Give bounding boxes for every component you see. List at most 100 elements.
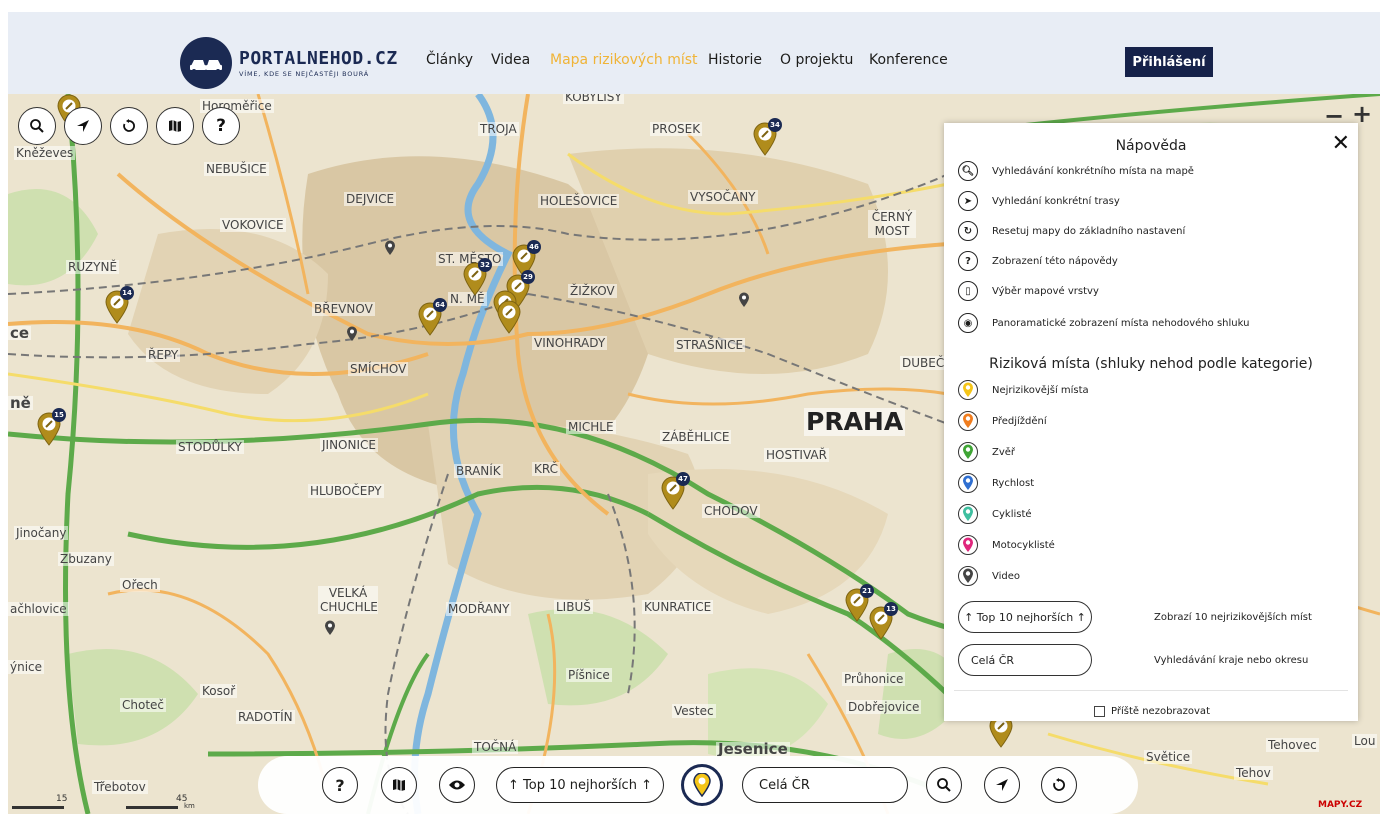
- nav-about[interactable]: O projektu: [780, 52, 853, 68]
- help-icon: ?: [335, 775, 345, 795]
- scale-bar: [126, 806, 178, 809]
- help-item: ↻ Resetuj mapy do základního nastavení: [958, 219, 1185, 243]
- category-label: Zvěř: [992, 446, 1016, 458]
- help-icon: ?: [216, 116, 226, 136]
- place-label: RADOTÍN: [236, 710, 295, 724]
- nav-conference[interactable]: Konference: [869, 52, 948, 68]
- place-label: VINOHRADY: [532, 336, 608, 350]
- cluster-count-badge: 21: [860, 584, 874, 598]
- help-categories-title: Riziková místa (shluky nehod podle kateg…: [989, 356, 1313, 372]
- bottom-toolbar: ? ↑ Top 10 nejhorších ↑ Celá ČR: [258, 756, 1138, 814]
- logo-title[interactable]: PORTALNEHOD.CZ: [239, 48, 398, 69]
- search-icon: 🔍︎: [958, 161, 978, 181]
- category-item: Video: [958, 564, 1020, 588]
- cluster-count-badge: 15: [52, 408, 66, 422]
- place-label: DUBEČ: [900, 356, 947, 370]
- help-button[interactable]: ?: [322, 767, 358, 803]
- place-label: HOSTIVAŘ: [764, 448, 829, 462]
- map-reset-button[interactable]: [110, 107, 148, 145]
- video-pin[interactable]: [324, 620, 336, 636]
- scale-unit: km: [184, 802, 195, 810]
- checkbox[interactable]: [1094, 706, 1105, 717]
- navigate-icon: [77, 120, 89, 132]
- layers-icon: [169, 120, 181, 132]
- place-label: Ořech: [120, 578, 160, 592]
- category-label: Předjíždění: [992, 415, 1047, 427]
- cluster-count-badge: 13: [884, 602, 898, 616]
- site-header: PORTALNEHOD.CZ VÍME, KDE SE NEJČASTĚJI B…: [8, 12, 1380, 94]
- place-label: ačhlovice: [8, 602, 69, 616]
- video-pin[interactable]: [346, 326, 358, 342]
- navigate-icon: ➤: [958, 191, 978, 211]
- help-item-text: Výběr mapové vrstvy: [992, 285, 1099, 297]
- help-item-text: Zobrazení této nápovědy: [992, 255, 1118, 267]
- place-label: PROSEK: [650, 122, 703, 136]
- help-panel: Nápověda ✕ 🔍︎ Vyhledávání konkrétního mí…: [944, 123, 1358, 721]
- page: PORTALNEHOD.CZ VÍME, KDE SE NEJČASTĚJI B…: [8, 12, 1380, 814]
- place-label: HLUBOČEPY: [308, 484, 384, 498]
- place-label: TOČNÁ: [472, 740, 519, 754]
- place-label: Píšnice: [566, 668, 612, 682]
- help-item-text: Panoramatické zobrazení místa nehodového…: [992, 317, 1250, 329]
- place-label: STODŮLKY: [176, 440, 244, 454]
- category-item: Motocyklisté: [958, 533, 1055, 557]
- reset-button[interactable]: [1041, 767, 1077, 803]
- region-select[interactable]: Celá ČR: [958, 644, 1092, 676]
- place-label: Vestec: [672, 704, 716, 718]
- place-label: ŘEPY: [146, 348, 181, 362]
- top10-button[interactable]: ↑ Top 10 nejhorších ↑: [958, 601, 1092, 633]
- category-label: Nejrizikovější místa: [992, 384, 1089, 396]
- place-label: Choteč: [120, 698, 167, 712]
- place-label: CHODOV: [702, 504, 760, 518]
- category-item: Cyklisté: [958, 502, 1032, 526]
- map-search-button[interactable]: [18, 107, 56, 145]
- place-label: KRČ: [532, 462, 560, 476]
- category-filter-button[interactable]: [681, 764, 723, 806]
- logo[interactable]: [180, 37, 232, 89]
- place-label: Jinočany: [14, 526, 69, 540]
- nav-risk-map[interactable]: Mapa rizikových míst: [550, 52, 698, 68]
- reset-icon: [1053, 778, 1065, 791]
- panorama-button[interactable]: [439, 767, 475, 803]
- category-pin-icon: [958, 535, 978, 555]
- close-icon[interactable]: ✕: [1332, 131, 1350, 156]
- place-label: Kněževes: [14, 146, 76, 160]
- dont-show-label: Příště nezobrazovat: [1111, 706, 1210, 717]
- map-help-button[interactable]: ?: [202, 107, 240, 145]
- cluster-count-badge: 34: [768, 118, 782, 132]
- place-label: Lou: [1352, 734, 1378, 748]
- map-attribution-logo[interactable]: MAPY.CZ: [1318, 800, 1362, 810]
- login-button[interactable]: Přihlášení: [1125, 47, 1213, 77]
- place-label: VELKÁ CHUCHLE: [318, 586, 378, 614]
- category-label: Cyklisté: [992, 508, 1032, 520]
- navigate-button[interactable]: [984, 767, 1020, 803]
- category-pin-icon: [958, 380, 978, 400]
- region-select[interactable]: Celá ČR: [742, 767, 908, 803]
- risk-cluster-pin[interactable]: [496, 300, 522, 334]
- help-item: ? Zobrazení této nápovědy: [958, 249, 1118, 273]
- top10-button[interactable]: ↑ Top 10 nejhorších ↑: [496, 767, 664, 803]
- search-button[interactable]: [926, 767, 962, 803]
- nav-articles[interactable]: Články: [426, 52, 473, 68]
- map-navigate-button[interactable]: [64, 107, 102, 145]
- nav-videos[interactable]: Videa: [491, 52, 530, 68]
- layers-button[interactable]: [381, 767, 417, 803]
- cluster-count-badge: 47: [676, 472, 690, 486]
- place-label: STRAŠNICE: [674, 338, 746, 352]
- category-pin-icon: [958, 442, 978, 462]
- nav-history[interactable]: Historie: [708, 52, 762, 68]
- place-label: ce: [8, 324, 32, 342]
- dont-show-checkbox[interactable]: Příště nezobrazovat: [1094, 706, 1210, 717]
- place-label: ně: [8, 394, 33, 412]
- place-label: HOLEŠOVICE: [538, 194, 620, 208]
- place-label: Průhonice: [842, 672, 906, 686]
- map-layers-button[interactable]: [156, 107, 194, 145]
- car-crash-icon: [190, 60, 222, 73]
- place-label: JINONICE: [320, 438, 378, 452]
- place-label: BRANÍK: [454, 464, 503, 478]
- place-label: ČERNÝ MOST: [868, 210, 916, 238]
- place-label: KUNRATICE: [642, 600, 714, 614]
- video-pin[interactable]: [738, 292, 750, 308]
- video-pin[interactable]: [384, 240, 396, 256]
- category-pin-icon: [958, 473, 978, 493]
